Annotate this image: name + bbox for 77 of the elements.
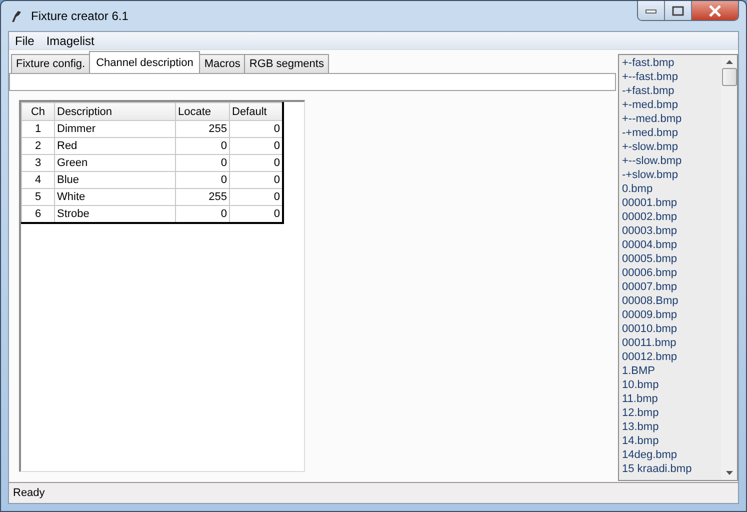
list-item[interactable]: 00002.bmp [622, 210, 718, 224]
table-cell: 0 [230, 206, 283, 223]
list-item[interactable]: +--fast.bmp [622, 70, 718, 84]
list-item[interactable]: -+med.bmp [622, 126, 718, 140]
scrollbar[interactable] [721, 55, 737, 480]
table-cell: 0 [176, 154, 230, 172]
table-cell: 1 [22, 120, 54, 138]
list-item[interactable]: 00010.bmp [622, 322, 718, 336]
tab[interactable]: Fixture config. [11, 54, 90, 73]
table-cell: Red [54, 138, 176, 154]
list-item[interactable]: 00007.bmp [622, 280, 718, 294]
list-item[interactable]: 00009.bmp [622, 308, 718, 322]
table-cell: 0 [230, 172, 283, 188]
list-item[interactable]: 00005.bmp [622, 252, 718, 266]
list-item[interactable]: -+fast.bmp [622, 84, 718, 98]
table-cell: 4 [22, 172, 54, 188]
table-cell: 0 [230, 138, 283, 154]
table-cell: 5 [22, 188, 54, 206]
close-icon [708, 4, 722, 16]
maximize-button[interactable] [665, 1, 692, 20]
list-item[interactable]: +--med.bmp [622, 112, 718, 126]
scroll-down-icon[interactable] [726, 471, 732, 475]
window-title: Fixture creator 6.1 [31, 9, 128, 23]
maximize-icon [672, 6, 684, 16]
table-cell: 0 [230, 154, 283, 172]
table-cell: Strobe [54, 206, 176, 223]
list-item[interactable]: +-fast.bmp [622, 56, 718, 70]
tab[interactable]: Channel description [89, 51, 200, 73]
list-item[interactable]: +--slow.bmp [622, 154, 718, 168]
table-cell: 0 [230, 120, 283, 138]
menu-item[interactable]: File [15, 34, 34, 48]
table-cell: 0 [176, 172, 230, 188]
list-item[interactable]: 10.bmp [622, 378, 718, 392]
column-header[interactable]: Description [54, 102, 176, 120]
list-item[interactable]: 13.bmp [622, 420, 718, 434]
table-cell: 255 [176, 120, 230, 138]
list-item[interactable]: 14deg.bmp [622, 448, 718, 462]
list-item[interactable]: 0.bmp [622, 182, 718, 196]
list-item[interactable]: 00008.Bmp [622, 294, 718, 308]
scroll-up-icon[interactable] [726, 60, 732, 64]
table-cell: 2 [22, 138, 54, 154]
tab[interactable]: RGB segments [244, 54, 329, 73]
table-cell: 0 [176, 138, 230, 154]
list-item[interactable]: 11.bmp [622, 392, 718, 406]
table-cell: Blue [54, 172, 176, 188]
minimize-icon [645, 8, 657, 14]
list-item[interactable]: 00012.bmp [622, 350, 718, 364]
input-field[interactable] [9, 73, 616, 91]
list-item[interactable]: +-med.bmp [622, 98, 718, 112]
list-item[interactable]: +-slow.bmp [622, 140, 718, 154]
list-item[interactable]: 15 kraadi.bmp [622, 462, 718, 476]
menu-item[interactable]: Imagelist [46, 34, 94, 48]
table-cell: 255 [176, 188, 230, 206]
list-item[interactable]: 00011.bmp [622, 336, 718, 350]
column-header[interactable]: Default [230, 102, 283, 120]
table-cell: 6 [22, 206, 54, 223]
list-item[interactable]: 00003.bmp [622, 224, 718, 238]
column-header[interactable]: Locate [176, 102, 230, 120]
table-cell: Dimmer [54, 120, 176, 138]
table-cell: 0 [230, 188, 283, 206]
column-header[interactable]: Ch [22, 102, 54, 120]
list-item[interactable]: 00001.bmp [622, 196, 718, 210]
list-item[interactable]: 00004.bmp [622, 238, 718, 252]
tab[interactable]: Macros [199, 54, 246, 73]
table-cell: Green [54, 154, 176, 172]
list-item[interactable]: -+slow.bmp [622, 168, 718, 182]
table-cell: 3 [22, 154, 54, 172]
list-item[interactable]: 00006.bmp [622, 266, 718, 280]
table-cell: White [54, 188, 176, 206]
minimize-button[interactable] [638, 1, 665, 20]
list-item[interactable]: 12.bmp [622, 406, 718, 420]
scroll-thumb[interactable] [722, 68, 736, 86]
status-text: Ready [13, 487, 45, 499]
close-button[interactable] [692, 1, 738, 20]
list-item[interactable]: 1.BMP [622, 364, 718, 378]
list-item[interactable]: 14.bmp [622, 434, 718, 448]
table-cell: 0 [176, 206, 230, 223]
